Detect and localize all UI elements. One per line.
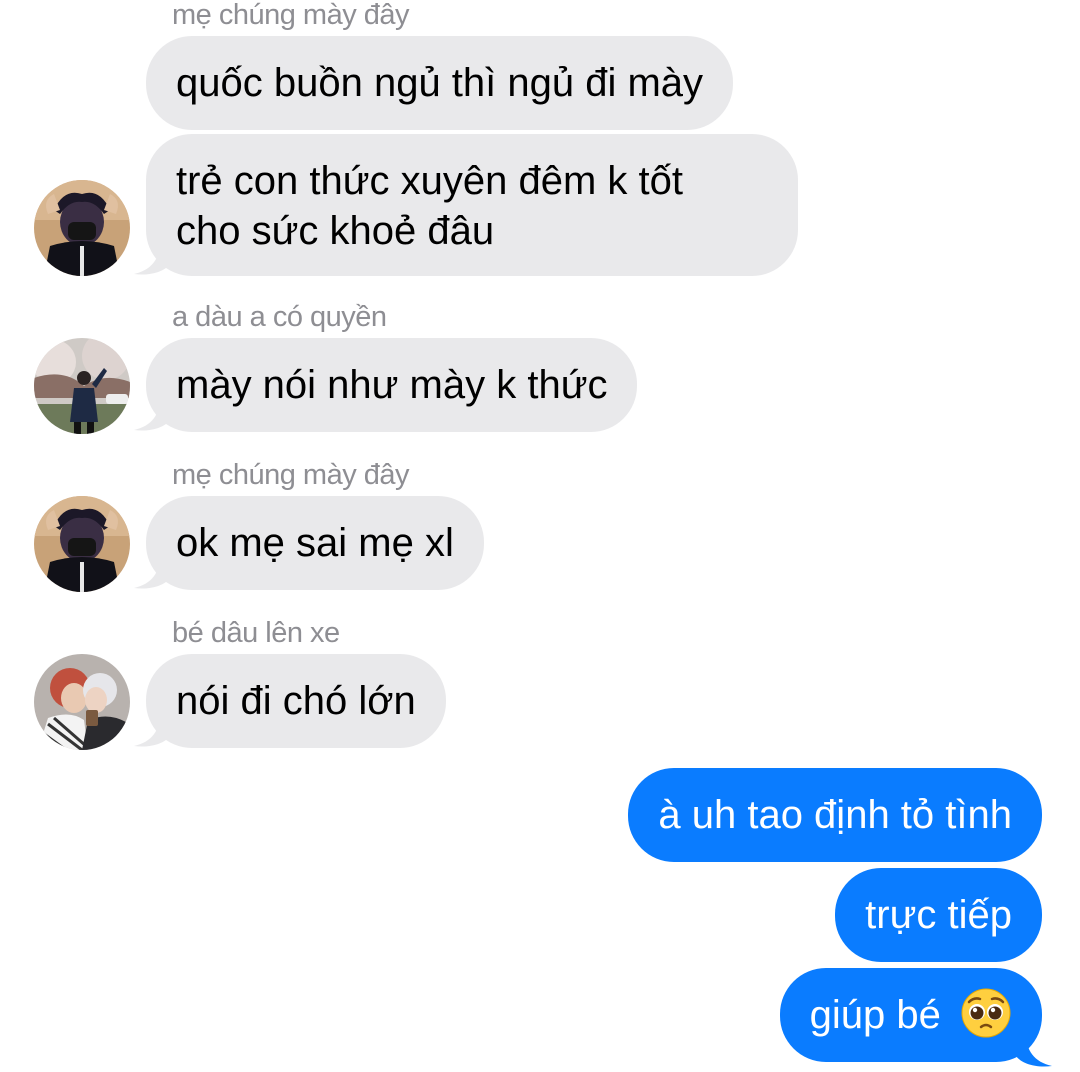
incoming-message-bubble[interactable]: quốc buồn ngủ thì ngủ đi mày <box>146 36 734 130</box>
contact-avatar[interactable] <box>34 496 130 592</box>
contact-avatar[interactable] <box>34 654 130 750</box>
sender-name-label: a dàu a có quyền <box>172 301 387 333</box>
bubble-tail <box>134 398 170 431</box>
sender-name-label: bé dâu lên xe <box>172 617 340 649</box>
person-under-cherry-blossoms-photo <box>34 338 130 434</box>
incoming-message-bubble[interactable]: mày nói như mày k thức <box>146 338 638 432</box>
message-text: giúp bé <box>809 993 941 1037</box>
contact-avatar[interactable] <box>34 180 130 276</box>
incoming-message-bubble[interactable]: ok mẹ sai mẹ xl <box>146 496 484 590</box>
bubble-tail <box>1016 1034 1052 1067</box>
masked-person-photo <box>34 180 130 276</box>
message-text: à uh tao định tỏ tình <box>658 793 1012 837</box>
two-people-photo <box>34 654 130 750</box>
masked-person-photo <box>34 496 130 592</box>
message-text: trực tiếp <box>865 893 1012 937</box>
sender-name-label: mẹ chúng mày đây <box>172 459 410 491</box>
contact-avatar[interactable] <box>34 338 130 434</box>
bubble-tail <box>134 556 170 589</box>
bubble-tail <box>134 242 170 275</box>
outgoing-message-bubble[interactable]: trực tiếp <box>835 868 1042 962</box>
message-text: quốc buồn ngủ thì ngủ đi mày <box>176 61 704 105</box>
outgoing-message-bubble[interactable]: giúp bé <box>779 968 1042 1062</box>
sender-name-label: mẹ chúng mày đây <box>172 0 410 31</box>
bubble-tail <box>134 714 170 747</box>
message-text-line: cho sức khoẻ đâu <box>176 209 495 253</box>
incoming-message-bubble[interactable]: trẻ con thức xuyên đêm k tốt cho sức kho… <box>146 134 798 276</box>
message-text-line: trẻ con thức xuyên đêm k tốt <box>176 159 684 203</box>
outgoing-message-bubble[interactable]: à uh tao định tỏ tình <box>628 768 1042 862</box>
incoming-message-bubble[interactable]: nói đi chó lớn <box>146 654 446 748</box>
message-text: mày nói như mày k thức <box>176 363 608 407</box>
pleading-face-emoji <box>961 988 1011 1038</box>
message-text: ok mẹ sai mẹ xl <box>176 521 454 565</box>
message-text: nói đi chó lớn <box>176 679 416 723</box>
